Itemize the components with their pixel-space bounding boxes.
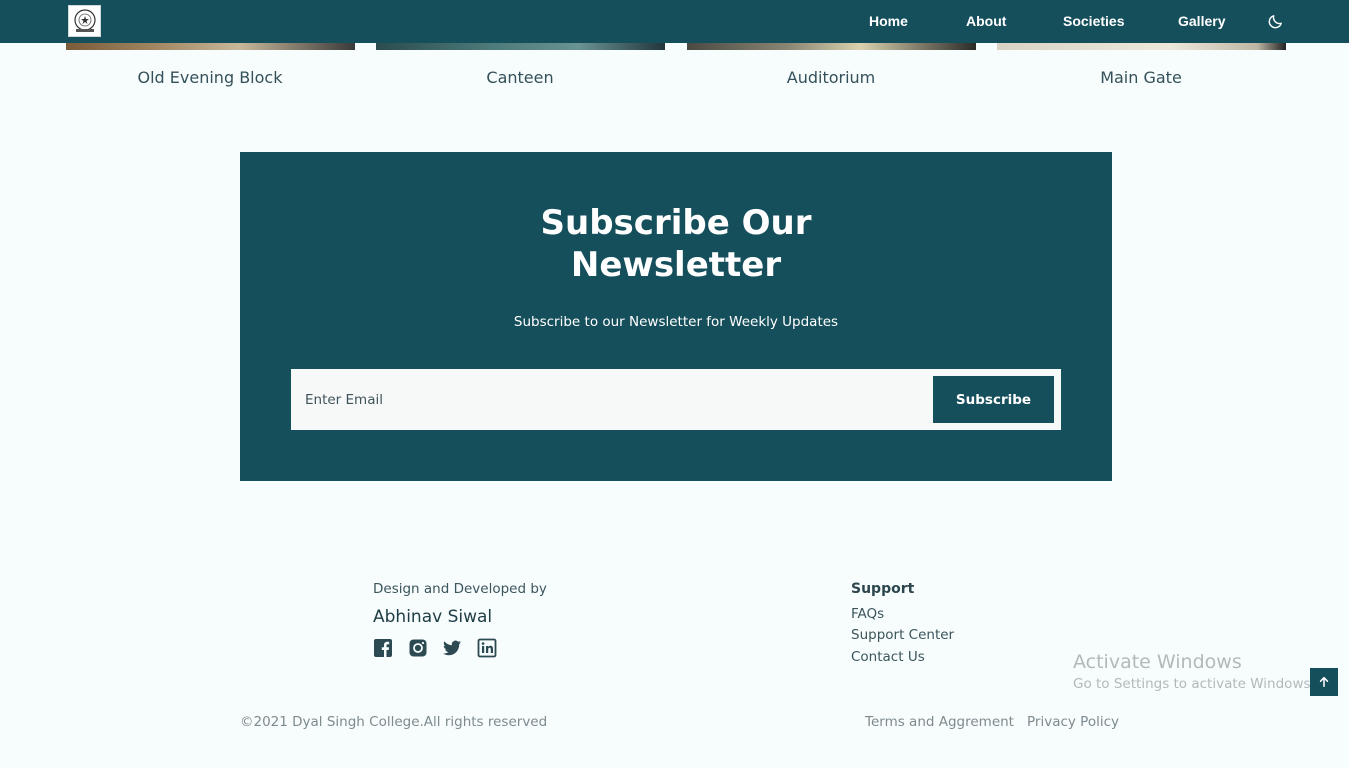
college-crest-icon	[73, 9, 96, 32]
newsletter-title-line2: Newsletter	[570, 245, 782, 285]
navbar: Home About Societies Gallery	[0, 0, 1349, 43]
gallery-caption-canteen: Canteen	[486, 68, 554, 87]
gallery-caption-old-evening-block: Old Evening Block	[137, 68, 283, 87]
terms-link[interactable]: Terms and Aggrement	[865, 714, 1014, 730]
credit-label: Design and Developed by	[373, 581, 547, 597]
newsletter-section: Subscribe Our Newsletter Subscribe to ou…	[240, 152, 1112, 481]
support-link-contact-us[interactable]: Contact Us	[851, 649, 925, 665]
back-to-top-button[interactable]	[1310, 668, 1338, 696]
newsletter-subtitle: Subscribe to our Newsletter for Weekly U…	[513, 314, 839, 330]
support-heading: Support	[851, 581, 915, 597]
gallery-caption-auditorium: Auditorium	[786, 68, 876, 87]
newsletter-form: Subscribe	[291, 369, 1061, 430]
activate-windows-title: Activate Windows	[1073, 651, 1242, 673]
nav-gallery[interactable]: Gallery	[1178, 13, 1225, 29]
support-link-faqs[interactable]: FAQs	[851, 606, 884, 622]
moon-icon[interactable]	[1267, 13, 1284, 30]
nav-home[interactable]: Home	[869, 13, 908, 29]
support-link-support-center[interactable]: Support Center	[851, 627, 954, 643]
copyright-text: ©2021 Dyal Singh College.All rights rese…	[240, 714, 548, 730]
arrow-up-icon	[1319, 676, 1329, 688]
activate-windows-subtitle: Go to Settings to activate Windows.	[1073, 676, 1315, 692]
newsletter-title-line1: Subscribe Our	[540, 203, 812, 243]
author-name: Abhinav Siwal	[373, 607, 493, 627]
linkedin-icon[interactable]	[477, 638, 497, 658]
college-logo[interactable]	[68, 5, 101, 37]
privacy-policy-link[interactable]: Privacy Policy	[1027, 714, 1119, 730]
nav-societies[interactable]: Societies	[1063, 13, 1124, 29]
newsletter-title: Subscribe Our Newsletter	[240, 202, 1112, 286]
email-input[interactable]	[291, 369, 931, 430]
subscribe-button[interactable]: Subscribe	[933, 376, 1054, 423]
twitter-icon[interactable]	[442, 638, 462, 658]
nav-about[interactable]: About	[966, 13, 1006, 29]
gallery-caption-main-gate: Main Gate	[1100, 68, 1182, 87]
facebook-icon[interactable]	[373, 638, 393, 658]
instagram-icon[interactable]	[408, 638, 428, 658]
